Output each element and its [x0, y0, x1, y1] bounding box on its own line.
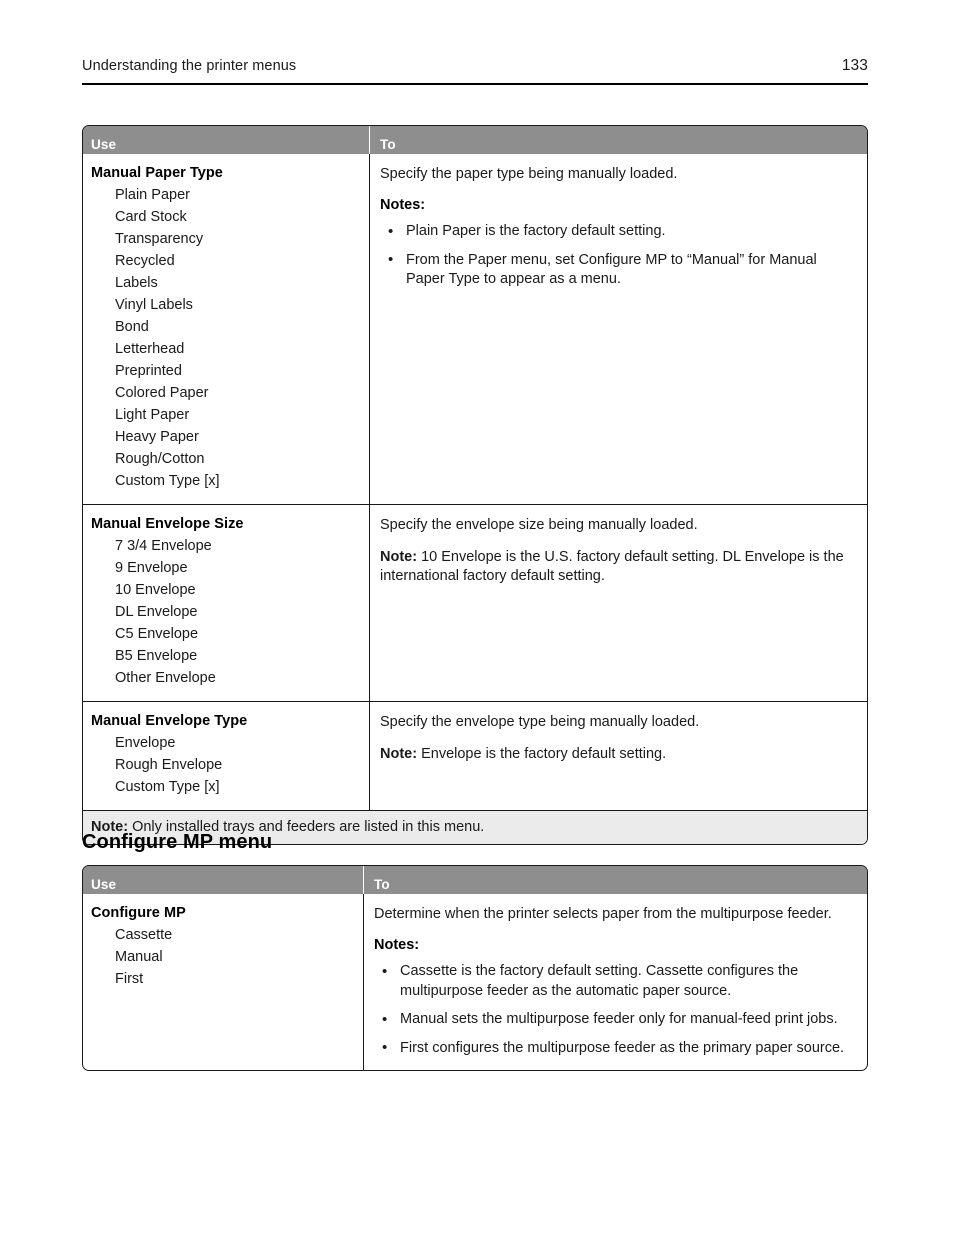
- list-item: First: [115, 971, 144, 987]
- table-row: Manual Paper Type Plain Paper Card Stock…: [83, 154, 867, 504]
- row-description: Determine when the printer selects paper…: [374, 906, 832, 922]
- row-note: Note: Envelope is the factory default se…: [380, 745, 855, 764]
- document-page: Understanding the printer menus 133 Use …: [0, 0, 954, 1235]
- list-item: Manual sets the multipurpose feeder only…: [374, 1010, 855, 1030]
- notes-bullet-list: Plain Paper is the factory default setti…: [380, 222, 855, 290]
- notes-label: Notes:: [380, 197, 426, 213]
- list-item: Preprinted: [115, 363, 182, 379]
- list-item: Rough Envelope: [115, 757, 223, 773]
- list-item: Other Envelope: [115, 670, 216, 686]
- note-label: Note:: [380, 746, 418, 762]
- list-item: First configures the multipurpose feeder…: [374, 1038, 855, 1059]
- table-row: Manual Envelope Type Envelope Rough Enve…: [83, 701, 867, 810]
- table1-row2-use-cell: Manual Envelope Type Envelope Rough Enve…: [83, 702, 369, 810]
- option-title: Manual Paper Type: [91, 165, 223, 181]
- manual-paper-settings-table: Use To Manual Paper Type Plain Paper Car…: [82, 125, 868, 845]
- list-item: Custom Type [x]: [115, 473, 220, 489]
- option-list: 7 3/4 Envelope 9 Envelope 10 Envelope DL…: [91, 535, 361, 689]
- list-item: Recycled: [115, 253, 175, 269]
- list-item: B5 Envelope: [115, 648, 198, 664]
- list-item: C5 Envelope: [115, 626, 199, 642]
- notes-label: Notes:: [374, 937, 420, 953]
- list-item: Light Paper: [115, 407, 190, 423]
- option-list: Plain Paper Card Stock Transparency Recy…: [91, 184, 361, 492]
- list-item: Bond: [115, 319, 149, 335]
- row-description: Specify the envelope type being manually…: [380, 714, 700, 730]
- table1-row0-to-cell: Specify the paper type being manually lo…: [369, 154, 867, 504]
- list-item: DL Envelope: [115, 604, 198, 620]
- row-description: Specify the paper type being manually lo…: [380, 166, 678, 182]
- table1-row1-use-cell: Manual Envelope Size 7 3/4 Envelope 9 En…: [83, 505, 369, 701]
- row-note: Note: 10 Envelope is the U.S. factory de…: [380, 548, 855, 586]
- table1-row0-use-cell: Manual Paper Type Plain Paper Card Stock…: [83, 154, 369, 504]
- table1-row2-to-cell: Specify the envelope type being manually…: [369, 702, 867, 810]
- table2-header-to: To: [363, 866, 867, 894]
- list-item: 7 3/4 Envelope: [115, 538, 212, 554]
- table2-row0-use-cell: Configure MP Cassette Manual First: [83, 894, 363, 1070]
- section-heading-configure-mp: Configure MP menu: [82, 831, 273, 853]
- list-item: 10 Envelope: [115, 582, 196, 598]
- list-item: Envelope: [115, 735, 176, 751]
- table2-header-row: Use To: [83, 866, 867, 894]
- note-text: 10 Envelope is the U.S. factory default …: [380, 549, 844, 584]
- configure-mp-table: Use To Configure MP Cassette Manual Firs…: [82, 865, 868, 1071]
- list-item: Vinyl Labels: [115, 297, 193, 313]
- page-number: 133: [841, 57, 868, 74]
- option-list: Cassette Manual First: [91, 924, 355, 990]
- list-item: Custom Type [x]: [115, 779, 220, 795]
- list-item: Card Stock: [115, 209, 187, 225]
- list-item: Rough/Cotton: [115, 451, 205, 467]
- table2-header-use: Use: [91, 877, 117, 892]
- list-item: Plain Paper: [115, 187, 190, 203]
- table1-header-use: Use: [91, 137, 117, 152]
- list-item: Manual: [115, 949, 163, 965]
- option-list: Envelope Rough Envelope Custom Type [x]: [91, 732, 361, 798]
- option-title: Manual Envelope Size: [91, 516, 244, 532]
- option-title: Configure MP: [91, 905, 186, 921]
- list-item: Heavy Paper: [115, 429, 199, 445]
- table-row: Manual Envelope Size 7 3/4 Envelope 9 En…: [83, 504, 867, 701]
- row-description: Specify the envelope size being manually…: [380, 517, 698, 533]
- table1-header-to: To: [369, 126, 867, 154]
- running-header-title: Understanding the printer menus: [82, 58, 297, 74]
- running-header: Understanding the printer menus 133: [82, 57, 868, 75]
- note-text: Envelope is the factory default setting.: [417, 746, 667, 762]
- list-item: Cassette: [115, 927, 173, 943]
- list-item: Cassette is the factory default setting.…: [374, 962, 855, 1001]
- notes-bullet-list: Cassette is the factory default setting.…: [374, 962, 855, 1058]
- list-item: From the Paper menu, set Configure MP to…: [380, 250, 855, 290]
- list-item: 9 Envelope: [115, 560, 188, 576]
- header-divider-rule: [82, 83, 868, 86]
- list-item: Colored Paper: [115, 385, 209, 401]
- table1-header-row: Use To: [83, 126, 867, 154]
- option-title: Manual Envelope Type: [91, 713, 248, 729]
- table-row: Configure MP Cassette Manual First Deter…: [83, 894, 867, 1070]
- table2-row0-to-cell: Determine when the printer selects paper…: [363, 894, 867, 1070]
- list-item: Labels: [115, 275, 158, 291]
- list-item: Transparency: [115, 231, 204, 247]
- list-item: Plain Paper is the factory default setti…: [380, 222, 855, 242]
- note-label: Note:: [380, 549, 418, 565]
- list-item: Letterhead: [115, 341, 185, 357]
- table1-row1-to-cell: Specify the envelope size being manually…: [369, 505, 867, 701]
